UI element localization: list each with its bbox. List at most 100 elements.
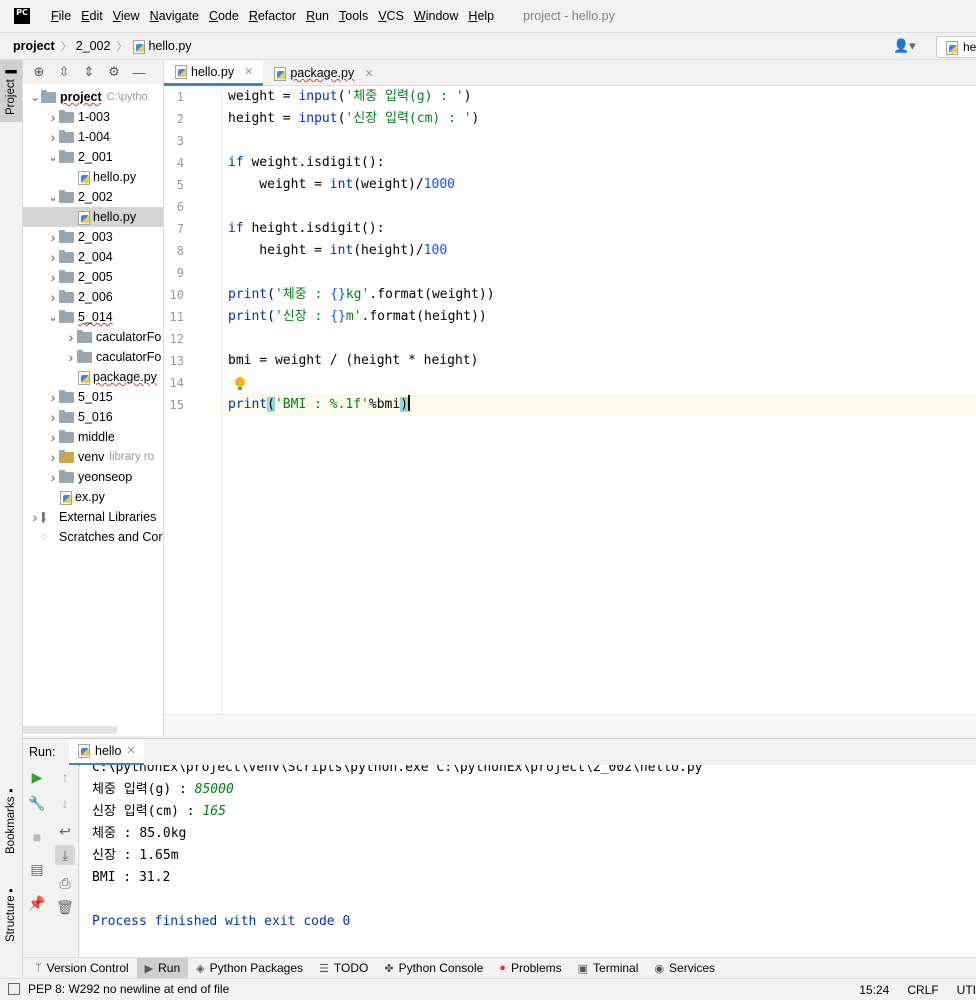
caret-position[interactable]: 15:24 — [859, 983, 889, 997]
toolwindow-version-control[interactable]: ᛘ Version Control — [23, 958, 137, 979]
menu-navigate[interactable]: Navigate — [145, 9, 204, 23]
close-icon[interactable]: ✕ — [364, 67, 373, 80]
print-icon[interactable]: ⎙ — [55, 873, 75, 893]
run-console[interactable]: C:\pythonEx\project\venv\Scripts\python.… — [80, 765, 976, 957]
chevron-right-icon[interactable]: › — [47, 269, 59, 285]
tree-item[interactable]: › caculatorFo — [23, 347, 163, 367]
chevron-right-icon[interactable]: › — [47, 429, 59, 445]
breadcrumb-folder[interactable]: 2_002 — [72, 39, 111, 53]
sidetab-project[interactable]: Project ▬ — [0, 60, 22, 122]
sidetab-bookmarks[interactable]: Bookmarks ▪ — [0, 784, 22, 854]
tree-root-project[interactable]: ⌄ project C:\pytho — [23, 87, 163, 107]
close-icon[interactable]: ✕ — [126, 744, 135, 757]
chevron-right-icon[interactable]: › — [47, 409, 59, 425]
chevron-right-icon[interactable]: › — [47, 449, 59, 465]
editor-scrollbar[interactable] — [164, 714, 976, 736]
tree-item[interactable]: › 2_003 — [23, 227, 163, 247]
gear-icon[interactable]: ⚙ — [106, 64, 122, 80]
breadcrumb-file[interactable]: hello.py — [145, 39, 191, 53]
trash-icon[interactable]: 🗑 — [55, 897, 75, 917]
tree-item[interactable]: package.py — [23, 367, 163, 387]
tree-item[interactable]: ⌄ 2_001 — [23, 147, 163, 167]
tree-external-libraries[interactable]: › |||. External Libraries — [23, 507, 163, 527]
tree-item[interactable]: › 1-004 — [23, 127, 163, 147]
tree-item[interactable]: ex.py — [23, 487, 163, 507]
stop-icon[interactable]: ■ — [27, 827, 47, 847]
tree-item[interactable]: › 5_015 — [23, 387, 163, 407]
minimize-icon[interactable]: — — [131, 65, 147, 80]
sidetab-structure[interactable]: Structure ▪ — [0, 878, 22, 948]
menu-view[interactable]: View — [108, 9, 145, 23]
menu-edit[interactable]: Edit — [76, 9, 108, 23]
toolwindow-terminal[interactable]: ▣ Terminal — [570, 958, 647, 979]
toolwindow-problems[interactable]: ● Problems — [491, 958, 569, 979]
wrench-icon[interactable]: 🔧 — [27, 793, 47, 813]
project-scrollbar[interactable] — [23, 726, 117, 734]
tree-item[interactable]: › caculatorFo — [23, 327, 163, 347]
menu-help[interactable]: Help — [463, 9, 499, 23]
chevron-right-icon[interactable]: › — [47, 389, 59, 405]
run-tab-hello[interactable]: hello ✕ — [69, 738, 144, 766]
tree-item[interactable]: › middle — [23, 427, 163, 447]
menu-file[interactable]: File — [46, 9, 76, 23]
toolwindow-run[interactable]: ▶ Run — [136, 957, 189, 979]
tree-item[interactable]: › 5_016 — [23, 407, 163, 427]
tab-package-py[interactable]: package.py ✕ — [263, 60, 383, 86]
status-message[interactable]: PEP 8: W292 no newline at end of file — [28, 982, 229, 996]
chevron-right-icon[interactable]: › — [47, 289, 59, 305]
tree-item[interactable]: › yeonseop — [23, 467, 163, 487]
chevron-right-icon[interactable]: › — [47, 129, 59, 145]
toolwindow-todo[interactable]: ☰ TODO — [311, 958, 376, 979]
tree-item[interactable]: › venv library ro — [23, 447, 163, 467]
chevron-down-icon[interactable]: ⌄ — [47, 190, 59, 204]
tree-scratches[interactable]: ◌ Scratches and Cor — [23, 527, 163, 547]
collapse-all-icon[interactable]: ⇕ — [81, 64, 97, 80]
chevron-right-icon[interactable]: › — [65, 329, 77, 345]
chevron-down-icon[interactable]: ⌄ — [29, 90, 41, 104]
tree-item[interactable]: › 2_004 — [23, 247, 163, 267]
user-account-icon[interactable]: 👤▾ — [893, 38, 916, 54]
chevron-right-icon[interactable]: › — [47, 229, 59, 245]
menu-tools[interactable]: Tools — [334, 9, 373, 23]
tree-item[interactable]: hello.py — [23, 167, 163, 187]
chevron-down-icon[interactable]: ⌄ — [47, 150, 59, 164]
soft-wrap-icon[interactable]: ↩ — [55, 821, 75, 841]
close-icon[interactable]: ✕ — [244, 65, 253, 78]
run-configuration-select[interactable]: he — [936, 36, 976, 58]
layout-icon[interactable]: ▤ — [27, 859, 47, 879]
chevron-right-icon[interactable]: › — [47, 469, 59, 485]
chevron-right-icon[interactable]: › — [47, 109, 59, 125]
chevron-right-icon[interactable]: › — [65, 349, 77, 365]
pin-icon[interactable]: 📌 — [27, 893, 47, 913]
chevron-right-icon[interactable]: › — [29, 509, 41, 525]
menu-run[interactable]: Run — [301, 9, 334, 23]
expand-all-icon[interactable]: ⇳ — [56, 64, 72, 80]
menu-refactor[interactable]: Refactor — [244, 9, 301, 23]
tree-item[interactable]: ⌄ 2_002 — [23, 187, 163, 207]
lightbulb-icon[interactable] — [234, 377, 246, 391]
menu-vcs[interactable]: VCS — [373, 9, 409, 23]
toggle-tool-windows-icon[interactable] — [8, 983, 20, 995]
tree-item[interactable]: › 2_005 — [23, 267, 163, 287]
tab-hello-py[interactable]: hello.py ✕ — [164, 60, 264, 86]
chevron-right-icon[interactable]: › — [47, 249, 59, 265]
toolwindow-python-packages[interactable]: ◈ Python Packages — [188, 958, 311, 979]
toolwindow-services[interactable]: ◉ Services — [646, 958, 723, 979]
tree-item[interactable]: › 1-003 — [23, 107, 163, 127]
tree-item[interactable]: › 2_006 — [23, 287, 163, 307]
file-encoding[interactable]: UTI — [957, 983, 976, 997]
locate-icon[interactable]: ⊕ — [31, 64, 47, 80]
breadcrumb-project[interactable]: project — [0, 39, 55, 53]
chevron-down-icon[interactable]: ⌄ — [47, 310, 59, 324]
arrow-down-icon[interactable]: ↓ — [55, 793, 75, 813]
scroll-to-end-icon[interactable]: ⤓ — [55, 845, 75, 865]
arrow-up-icon[interactable]: ↑ — [55, 767, 75, 787]
line-separator[interactable]: CRLF — [907, 983, 938, 997]
menu-window[interactable]: Window — [409, 9, 463, 23]
rerun-icon[interactable]: ▶ — [27, 767, 47, 787]
code-editor[interactable]: 1 2 3 4 5 6 7 8 9 10 11 12 13 14 15 weight = input('체중… — [164, 86, 976, 714]
tree-item[interactable]: ⌄ 5_014 — [23, 307, 163, 327]
toolwindow-python-console[interactable]: ✤ Python Console — [376, 958, 491, 979]
tree-item[interactable]: hello.py — [23, 207, 163, 227]
menu-code[interactable]: Code — [204, 9, 244, 23]
